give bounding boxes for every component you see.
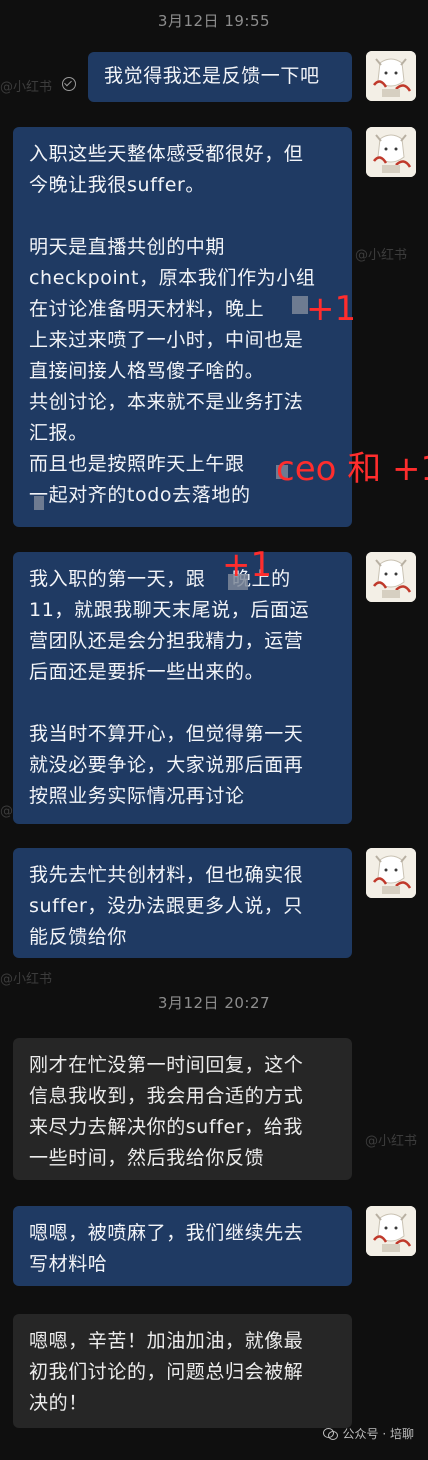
avatar[interactable] [366,848,416,898]
avatar-illustration [366,1206,416,1256]
annotation-plus-one: +1 [222,545,273,585]
avatar-illustration [366,51,416,101]
timestamp: 3月12日 19:55 [157,12,271,30]
watermark: @小红书 [355,248,408,263]
footer-attribution: 公众号 · 培聊 [322,1425,414,1442]
annotation-ceo-plus-one: ceo 和 +1 [276,449,428,489]
watermark: @小红书 [0,972,53,987]
timestamp: 3月12日 20:27 [157,994,271,1012]
message-bubble[interactable]: 我先去忙共创材料，但也确实很 suffer，没办法跟更多人说，只 能反馈给你 [13,848,352,958]
message-bubble[interactable]: 嗯嗯，被喷麻了，我们继续先去 写材料哈 [13,1206,352,1286]
avatar-illustration [366,127,416,177]
avatar[interactable] [366,552,416,602]
message-bubble[interactable]: 我入职的第一天，跟 晚上的 11，就跟我聊天末尾说，后面运 营团队还是会分担我精… [13,552,352,824]
footer-label: 公众号 · 培聊 [342,1427,414,1441]
watermark: @小红书 [365,1134,418,1149]
avatar-illustration [366,552,416,602]
avatar[interactable] [366,127,416,177]
message-bubble[interactable]: 刚才在忙没第一时间回复，这个 信息我收到，我会用合适的方式 来尽力去解决你的su… [13,1038,352,1180]
avatar-illustration [366,848,416,898]
annotation-plus-one: +1 [306,289,357,329]
message-bubble[interactable]: 我觉得我还是反馈一下吧 [88,52,352,102]
avatar[interactable] [366,1206,416,1256]
redaction-mosaic [34,496,44,510]
read-check-icon [62,77,76,91]
message-bubble[interactable]: 嗯嗯，辛苦！加油加油，就像最 初我们讨论的，问题总归会被解 决的！ [13,1314,352,1428]
watermark: @小红书 [0,80,53,95]
avatar[interactable] [366,51,416,101]
wechat-icon [322,1427,338,1440]
